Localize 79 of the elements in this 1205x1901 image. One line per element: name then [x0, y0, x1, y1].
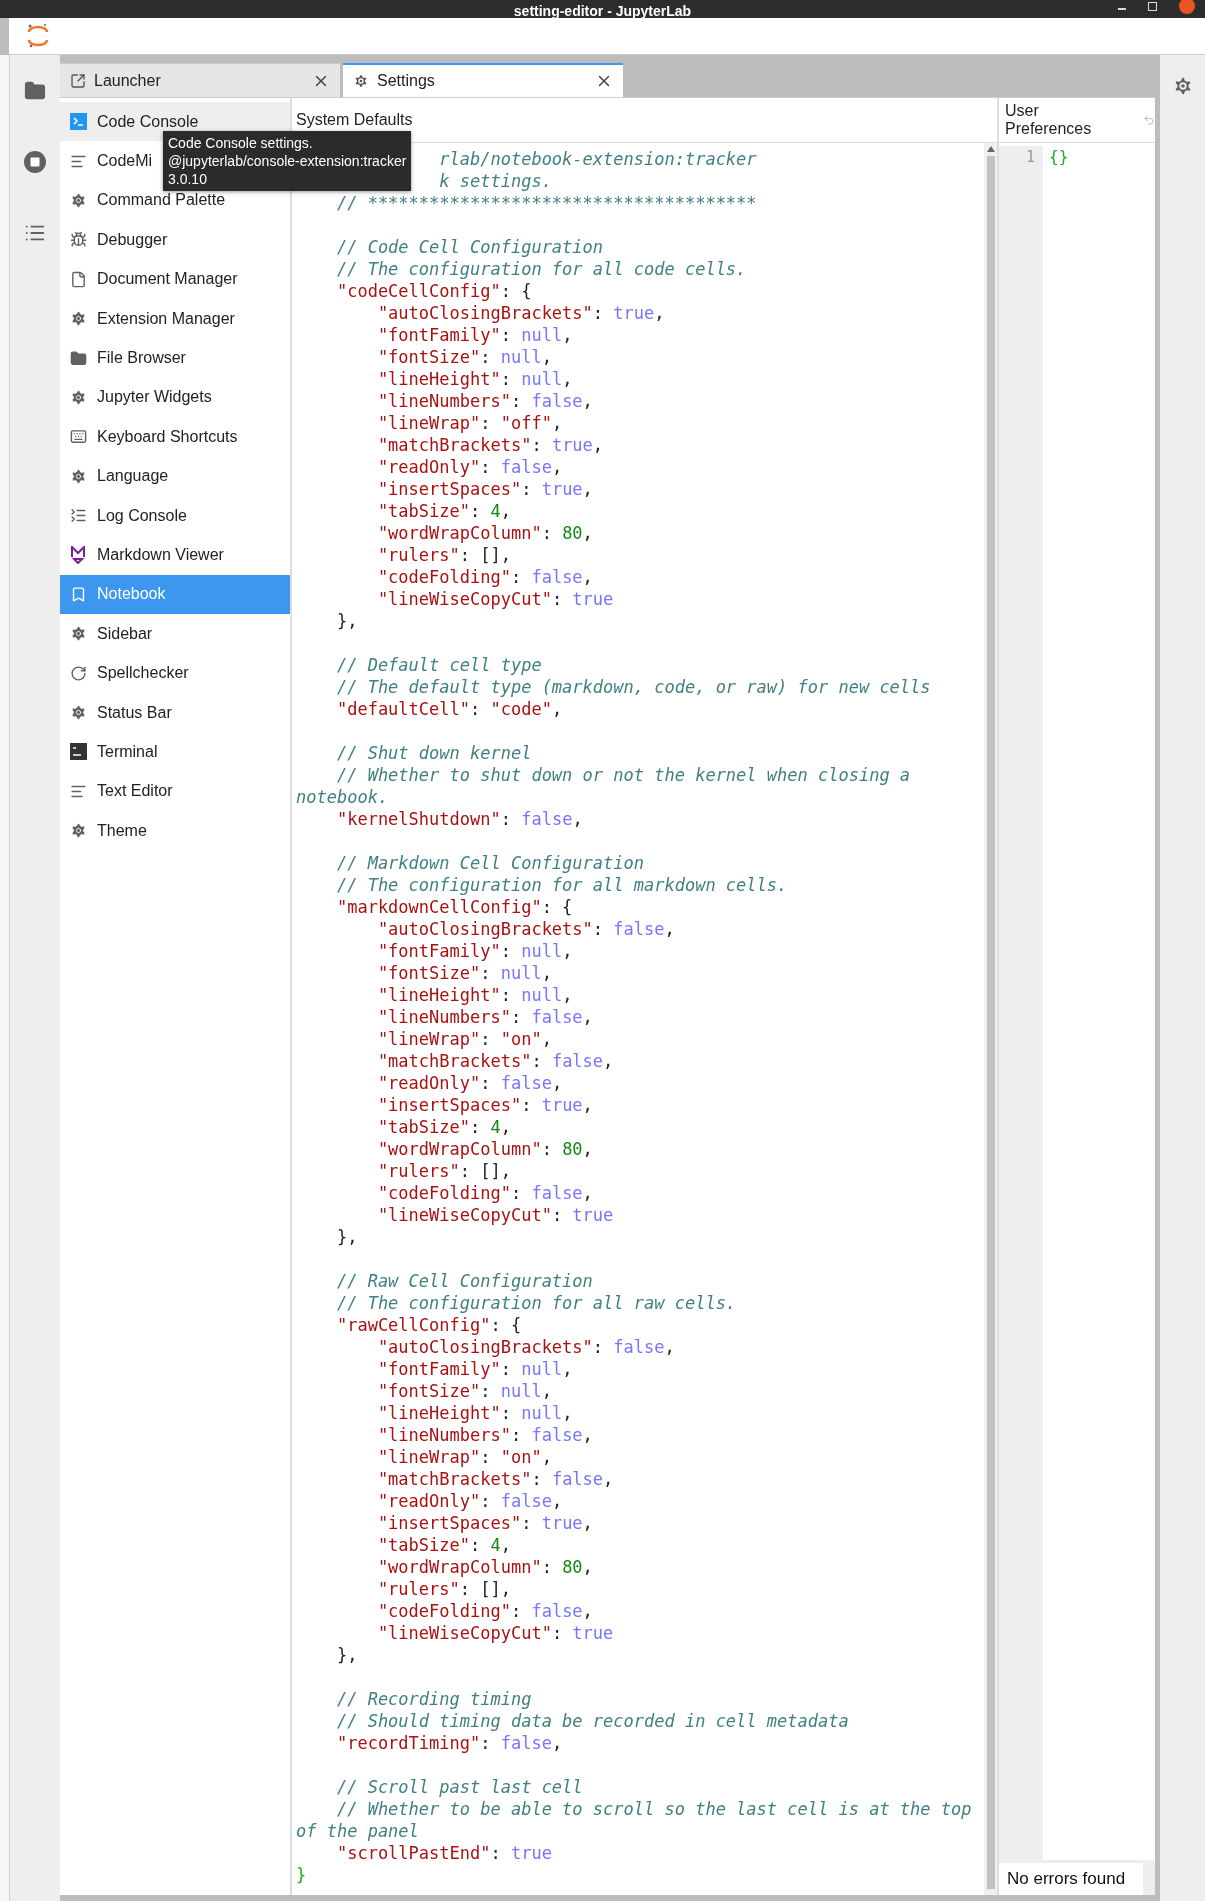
code-line: "fontSize": null,: [376, 1380, 553, 1402]
code-line: "rulers": [],: [376, 1578, 512, 1600]
code-line: "tabSize": 4,: [376, 500, 512, 522]
code-line: "codeFolding": false,: [376, 1182, 594, 1204]
code-line: k settings.: [438, 170, 553, 192]
tooltip-line: @jupyterlab/console-extension:tracker: [168, 152, 407, 170]
code-line: "markdownCellConfig": {: [335, 896, 574, 918]
panel-title: System Defaults: [296, 111, 413, 129]
code-line: "rulers": [],: [376, 544, 512, 566]
code-line: {}: [1049, 146, 1070, 168]
code-line: "autoClosingBrackets": false,: [376, 1336, 676, 1358]
code-line: "lineWiseCopyCut": true: [376, 1204, 615, 1226]
code-line: "lineNumbers": false,: [376, 1424, 594, 1446]
code-line: "tabSize": 4,: [376, 1534, 512, 1556]
code-line: "lineWrap": "on",: [376, 1446, 553, 1468]
code-line: "insertSpaces": true,: [376, 1512, 594, 1534]
code-line: "fontFamily": null,: [376, 324, 574, 346]
code-line: "lineNumbers": false,: [376, 1006, 594, 1028]
code-line: // Whether to be able to scroll so the last cell is at the top: [335, 1798, 973, 1820]
code-line: "codeFolding": false,: [376, 566, 594, 588]
code-line: "autoClosingBrackets": false,: [376, 918, 676, 940]
code-line: "wordWrapColumn": 80,: [376, 522, 594, 544]
code-line: // Should timing data be recorded in cell metadata: [335, 1710, 850, 1732]
code-line: "tabSize": 4,: [376, 1116, 512, 1138]
code-line: // Raw Cell Configuration: [335, 1270, 594, 1292]
code-line: "wordWrapColumn": 80,: [376, 1556, 594, 1578]
code-line: "rawCellConfig": {: [335, 1314, 523, 1336]
code-line: "codeFolding": false,: [376, 1600, 594, 1622]
code-line: "scrollPastEnd": true: [335, 1842, 553, 1864]
status-text: No errors found: [1006, 1869, 1127, 1889]
code-line: "fontFamily": null,: [376, 940, 574, 962]
code-line: "wordWrapColumn": 80,: [376, 1138, 594, 1160]
code-line: // The configuration for all raw cells.: [335, 1292, 738, 1314]
code-line: // **************************************: [335, 192, 758, 214]
code-line: "lineHeight": null,: [376, 984, 574, 1006]
tooltip-line: 3.0.10: [168, 170, 208, 188]
code-line: "fontSize": null,: [376, 346, 553, 368]
code-line: // Markdown Cell Configuration: [335, 852, 645, 874]
code-line: "lineHeight": null,: [376, 368, 574, 390]
code-line: // The configuration for all code cells.: [335, 258, 748, 280]
code-line: "fontFamily": null,: [376, 1358, 574, 1380]
code-line: "rulers": [],: [376, 1160, 512, 1182]
code-line: }: [296, 1864, 308, 1886]
code-line: "lineWrap": "on",: [376, 1028, 553, 1050]
code-line: "matchBrackets": false,: [376, 1468, 615, 1490]
window-title: setting-editor - JupyterLab: [513, 4, 692, 18]
code-line: "readOnly": false,: [376, 1490, 564, 1512]
code-line: // Default cell type: [335, 654, 543, 676]
code-line: // Shut down kernel: [335, 742, 533, 764]
code-line: // Whether to shut down or not the kernel when closing a: [335, 764, 912, 786]
code-line: "lineWiseCopyCut": true: [376, 588, 615, 610]
code-line: "lineNumbers": false,: [376, 390, 594, 412]
code-line: "insertSpaces": true,: [376, 478, 594, 500]
code-line: // Recording timing: [335, 1688, 533, 1710]
code-line: // The default type (markdown, code, or raw) for new cells: [335, 676, 932, 698]
code-line: notebook.: [296, 786, 390, 808]
code-line: "recordTiming": false,: [335, 1732, 564, 1754]
code-line: },: [335, 1226, 359, 1248]
code-line: },: [335, 610, 359, 632]
code-line: "insertSpaces": true,: [376, 1094, 594, 1116]
code-line: // The configuration for all markdown cells.: [335, 874, 789, 896]
code-line: "readOnly": false,: [376, 1072, 564, 1094]
code-line: "codeCellConfig": {: [335, 280, 533, 302]
panel-title: User Preferences: [1005, 102, 1093, 138]
code-line: "autoClosingBrackets": true,: [376, 302, 666, 324]
code-line: "defaultCell": "code",: [335, 698, 564, 720]
code-line: "matchBrackets": true,: [376, 434, 605, 456]
code-line: // Code Cell Configuration: [335, 236, 605, 258]
code-line: "readOnly": false,: [376, 456, 564, 478]
code-line: of the panel: [296, 1820, 420, 1842]
code-line: },: [335, 1644, 359, 1666]
code-line: "lineWiseCopyCut": true: [376, 1622, 615, 1644]
line-number: 1: [1024, 147, 1035, 168]
code-line: "fontSize": null,: [376, 962, 553, 984]
code-line: "kernelShutdown": false,: [335, 808, 584, 830]
code-line: "lineWrap": "off",: [376, 412, 564, 434]
code-line: "lineHeight": null,: [376, 1402, 574, 1424]
code-line: "matchBrackets": false,: [376, 1050, 615, 1072]
code-line: // Scroll past last cell: [335, 1776, 584, 1798]
